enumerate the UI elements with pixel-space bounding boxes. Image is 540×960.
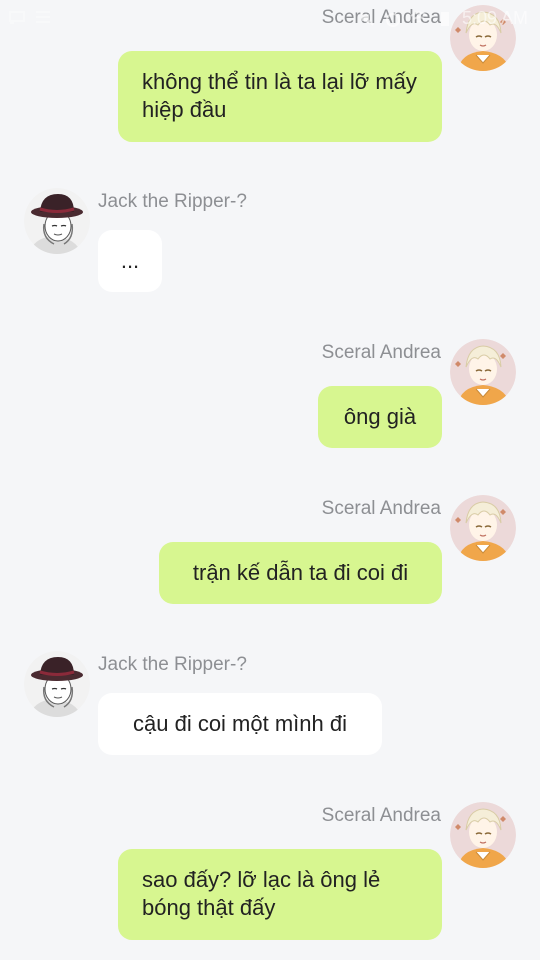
sender-name: Sceral Andrea [321,805,441,826]
message-item: Sceral Andrea sao đấy? lỡ lạc là ông lẻ … [0,0,540,950]
message-bubble[interactable]: sao đấy? lỡ lạc là ông lẻ bóng thật đấy [118,849,442,940]
blonde-character-avatar-icon [450,802,516,868]
avatar-sceral-andrea[interactable] [450,802,516,868]
chat-screen: 5:09 AM Sceral Andrea không thể tin là t… [0,0,540,960]
